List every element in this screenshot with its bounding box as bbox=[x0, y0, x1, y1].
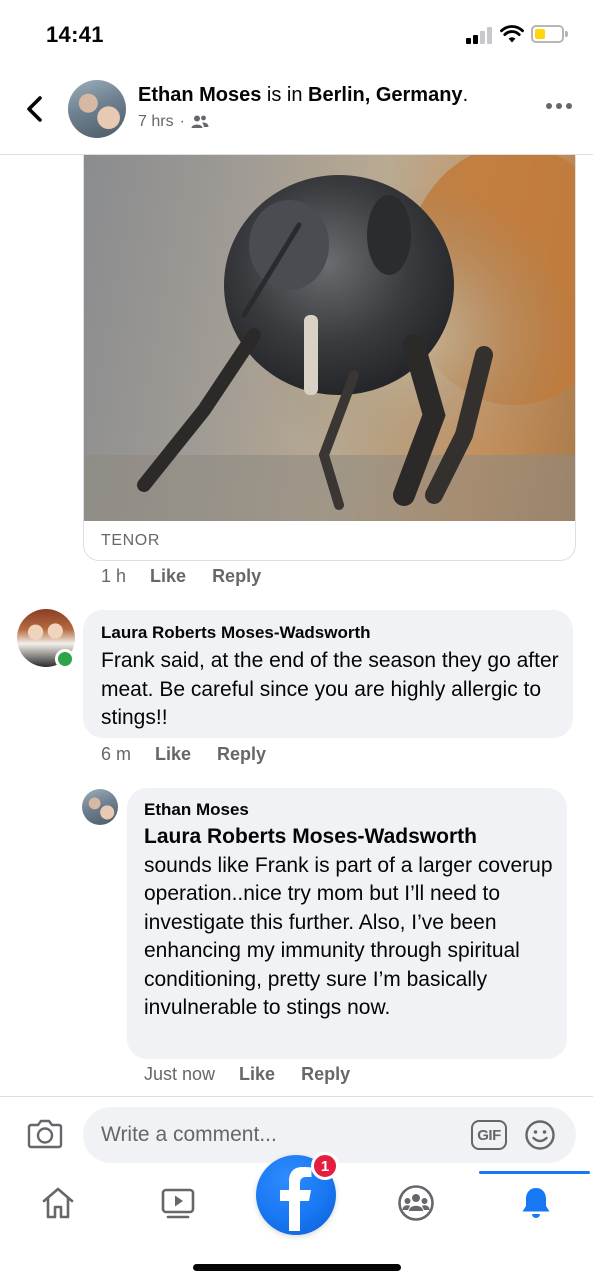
friends-icon bbox=[191, 115, 209, 128]
active-tab-indicator bbox=[479, 1171, 590, 1174]
like-button[interactable]: Like bbox=[239, 1064, 275, 1085]
location-connector: is in bbox=[261, 84, 309, 106]
post-timestamp[interactable]: 7 hrs bbox=[138, 113, 174, 131]
reply-button[interactable]: Reply bbox=[217, 744, 266, 765]
comment-timestamp[interactable]: 6 m bbox=[101, 744, 131, 765]
reply-text: sounds like Frank is part of a larger co… bbox=[144, 853, 553, 1020]
reply-actions: Just now Like Reply bbox=[144, 1064, 376, 1085]
back-button[interactable] bbox=[22, 94, 48, 124]
reply-button[interactable]: Reply bbox=[212, 566, 261, 587]
bee-gif-image[interactable] bbox=[84, 155, 575, 521]
gif-button[interactable]: GIF bbox=[471, 1120, 507, 1150]
post-title: Ethan Moses is in Berlin, Germany. bbox=[138, 84, 469, 106]
comment-text: Frank said, at the end of the season the… bbox=[101, 649, 559, 729]
author-name[interactable]: Ethan Moses bbox=[138, 84, 261, 106]
comment-actions: 6 m Like Reply bbox=[101, 744, 292, 765]
groups-icon[interactable] bbox=[396, 1183, 436, 1223]
location-name[interactable]: Berlin, Germany bbox=[308, 84, 463, 106]
comment-timestamp[interactable]: 1 h bbox=[101, 566, 126, 587]
camera-icon[interactable] bbox=[27, 1117, 63, 1149]
reply-timestamp[interactable]: Just now bbox=[144, 1064, 215, 1085]
emoji-icon[interactable] bbox=[524, 1119, 556, 1151]
author-avatar[interactable] bbox=[68, 80, 126, 138]
online-status-indicator bbox=[55, 649, 75, 669]
reply-author-avatar[interactable] bbox=[82, 789, 118, 825]
cellular-signal-icon bbox=[466, 27, 494, 44]
status-time: 14:41 bbox=[46, 22, 104, 47]
like-button[interactable]: Like bbox=[150, 566, 186, 587]
notifications-bell-icon[interactable] bbox=[516, 1183, 556, 1223]
gif-attachment[interactable]: TENOR bbox=[83, 155, 576, 561]
video-icon[interactable] bbox=[158, 1183, 198, 1223]
bee-gif-illustration bbox=[84, 155, 575, 521]
post-header: Ethan Moses is in Berlin, Germany. 7 hrs… bbox=[0, 70, 593, 155]
battery-icon bbox=[531, 25, 568, 43]
notification-badge: 1 bbox=[311, 1152, 339, 1180]
commenter-name[interactable]: Laura Roberts Moses-Wadsworth bbox=[101, 623, 371, 643]
gif-source-label: TENOR bbox=[101, 532, 160, 549]
home-icon[interactable] bbox=[38, 1183, 78, 1223]
mention-tag[interactable]: Laura Roberts Moses-Wadsworth bbox=[144, 823, 559, 852]
like-button[interactable]: Like bbox=[155, 744, 191, 765]
home-indicator bbox=[193, 1264, 401, 1271]
post-meta: 7 hrs · bbox=[138, 113, 209, 131]
status-bar: 14:41 bbox=[0, 0, 593, 70]
reply-author-name[interactable]: Ethan Moses bbox=[144, 800, 249, 820]
wifi-icon bbox=[500, 25, 524, 43]
more-options-button[interactable] bbox=[546, 100, 574, 112]
reply-button[interactable]: Reply bbox=[301, 1064, 350, 1085]
reply-bubble[interactable]: Ethan Moses Laura Roberts Moses-Wadswort… bbox=[127, 788, 567, 1059]
gif-comment-actions: 1 h Like Reply bbox=[101, 566, 287, 587]
bottom-tab-bar: 1 bbox=[0, 1152, 593, 1283]
comment-bubble[interactable]: Laura Roberts Moses-Wadsworth Frank said… bbox=[83, 610, 573, 738]
